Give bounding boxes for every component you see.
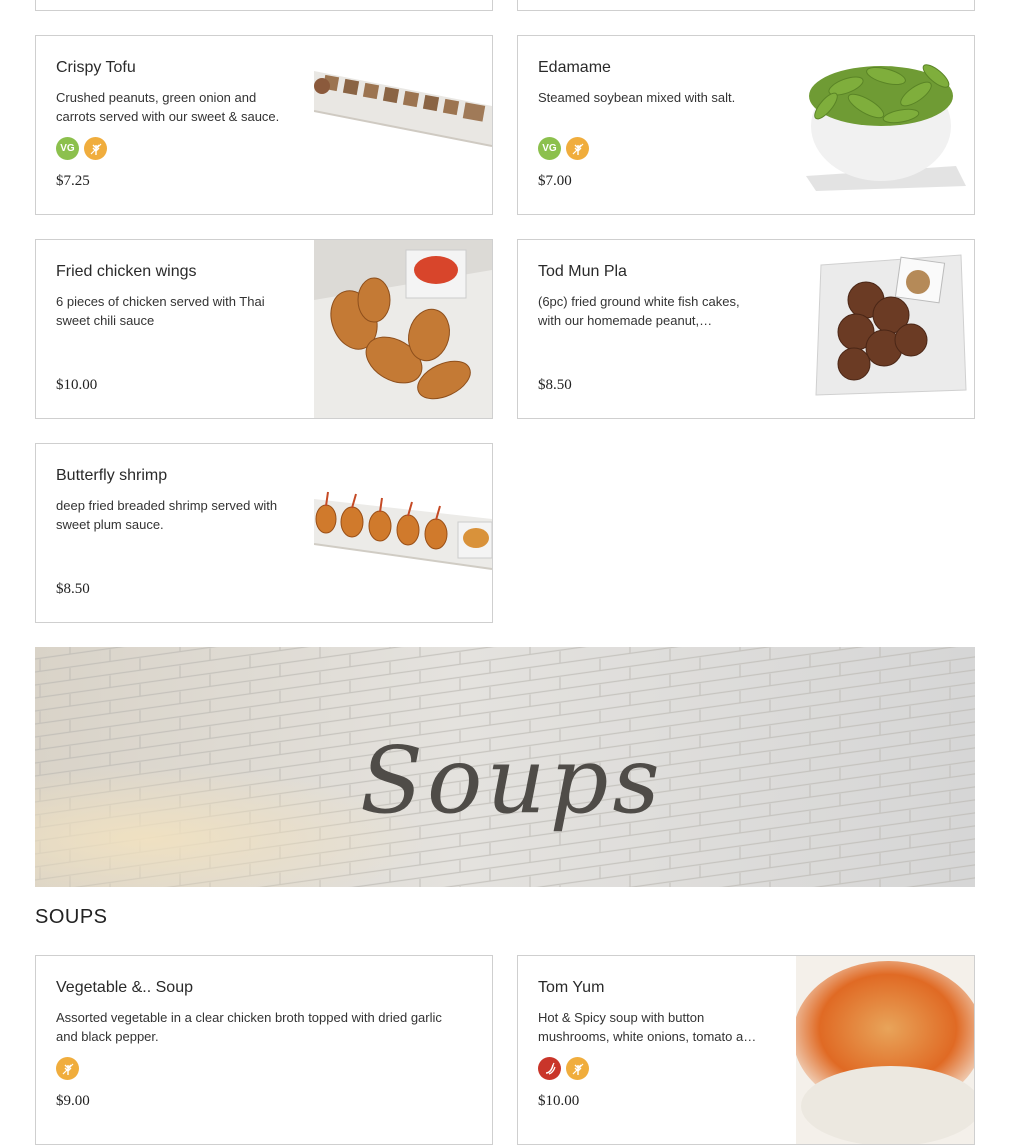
dietary-badges [56, 1057, 79, 1080]
tom-yum-photo [796, 956, 974, 1144]
item-title: Fried chicken wings [56, 263, 197, 280]
item-description: deep fried breaded shrimp served with sw… [56, 498, 278, 532]
menu-card-tod-mun-pla[interactable]: Tod Mun Pla (6pc) fried ground white fis… [517, 239, 975, 419]
fish-cakes-photo [796, 240, 974, 418]
item-description: Hot & Spicy soup with button mushrooms, … [538, 1010, 757, 1044]
item-price: $7.00 [538, 173, 572, 189]
item-price: $9.00 [56, 1093, 90, 1109]
item-title: Butterfly shrimp [56, 467, 168, 484]
item-price: $10.00 [56, 377, 98, 393]
section-title-soups: SOUPS [35, 906, 108, 928]
item-title: Edamame [538, 59, 611, 76]
dietary-badges: VG [56, 137, 107, 160]
dietary-badges [538, 1057, 589, 1080]
fried-tofu-photo [314, 36, 492, 214]
vegan-icon: VG [538, 137, 561, 160]
item-description: Crushed peanuts, green onion and carrots… [56, 90, 280, 124]
edamame-photo [796, 36, 974, 214]
menu-card-crispy-tofu[interactable]: Crispy Tofu Crushed peanuts, green onion… [35, 35, 493, 215]
item-price: $8.50 [538, 377, 572, 393]
gluten-free-icon [566, 1057, 589, 1080]
gluten-free-icon [56, 1057, 79, 1080]
menu-card-vegetable-soup[interactable]: Vegetable &.. Soup Assorted vegetable in… [35, 955, 493, 1145]
item-description: Steamed soybean mixed with salt. [538, 90, 736, 105]
item-title: Vegetable &.. Soup [56, 979, 193, 996]
item-price: $7.25 [56, 173, 90, 189]
spicy-pepper-icon [538, 1057, 561, 1080]
partial-menu-card[interactable] [35, 0, 493, 11]
dietary-badges: VG [538, 137, 589, 160]
item-description: Assorted vegetable in a clear chicken br… [56, 1010, 442, 1044]
item-title: Tod Mun Pla [538, 263, 627, 280]
vegan-icon: VG [56, 137, 79, 160]
item-price: $10.00 [538, 1093, 580, 1109]
banner-title: Soups [360, 727, 664, 834]
menu-card-fried-chicken-wings[interactable]: Fried chicken wings 6 pieces of chicken … [35, 239, 493, 419]
chicken-wings-photo [314, 240, 492, 418]
item-title: Tom Yum [538, 979, 605, 996]
gluten-free-icon [84, 137, 107, 160]
partial-menu-card[interactable] [517, 0, 975, 11]
soups-banner-image: Soups [35, 647, 975, 887]
item-description: 6 pieces of chicken served with Thai swe… [56, 294, 265, 328]
item-price: $8.50 [56, 581, 90, 597]
menu-card-butterfly-shrimp[interactable]: Butterfly shrimp deep fried breaded shri… [35, 443, 493, 623]
menu-card-tom-yum[interactable]: Tom Yum Hot & Spicy soup with button mus… [517, 955, 975, 1145]
item-title: Crispy Tofu [56, 59, 136, 76]
butterfly-shrimp-photo [314, 444, 492, 622]
item-description: (6pc) fried ground white fish cakes, wit… [538, 294, 740, 328]
menu-card-edamame[interactable]: Edamame Steamed soybean mixed with salt.… [517, 35, 975, 215]
gluten-free-icon [566, 137, 589, 160]
